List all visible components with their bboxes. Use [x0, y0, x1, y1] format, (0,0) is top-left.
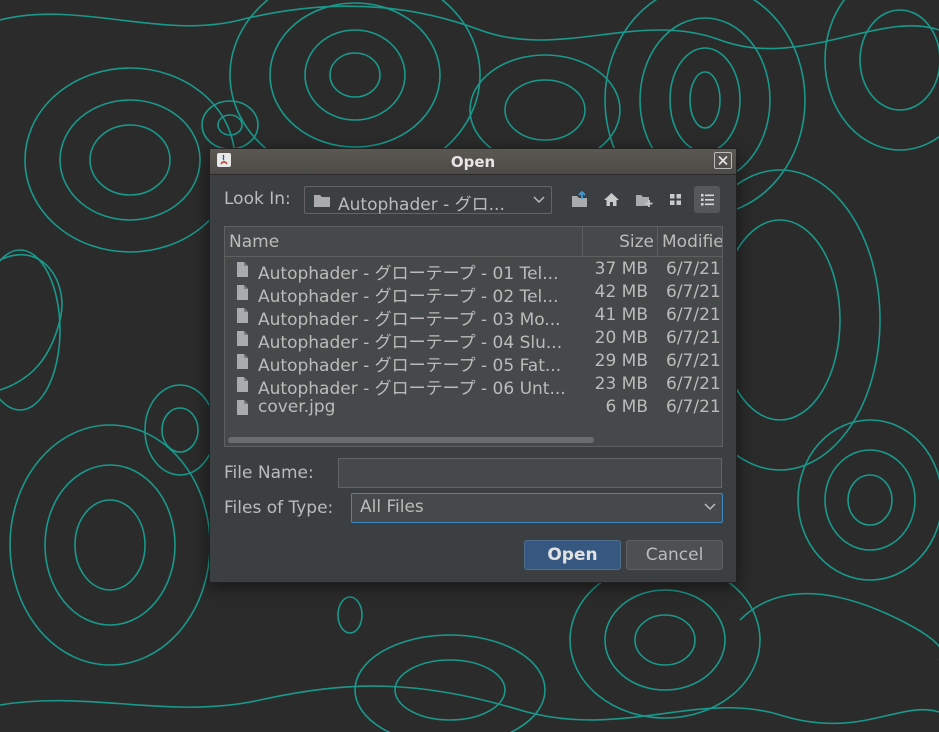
- column-header-modified[interactable]: Modifie: [662, 232, 722, 252]
- file-row[interactable]: Autophader - グローテープ - 06 Unt... 23 MB 6/…: [225, 373, 722, 399]
- folder-up-icon: [572, 191, 587, 207]
- look-in-value: Autophader - グロ...: [338, 195, 505, 215]
- file-list-header: Name Size Modifie: [225, 227, 722, 257]
- look-in-combo[interactable]: Autophader - グロ...: [304, 186, 552, 215]
- dialog-title: Open: [450, 153, 496, 171]
- new-folder-button[interactable]: [630, 186, 656, 213]
- file-modified: 6/7/21: [666, 305, 721, 325]
- column-header-name[interactable]: Name: [229, 232, 279, 252]
- title-bar[interactable]: Open: [210, 149, 736, 175]
- file-row[interactable]: Autophader - グローテープ - 05 Fat... 29 MB 6/…: [225, 350, 722, 376]
- column-divider[interactable]: [582, 227, 583, 256]
- file-icon: [237, 331, 248, 346]
- open-button[interactable]: Open: [524, 540, 621, 570]
- chevron-down-icon: [533, 196, 545, 204]
- chevron-down-icon: [704, 503, 716, 511]
- file-modified: 6/7/21: [666, 328, 721, 348]
- file-modified: 6/7/21: [666, 397, 721, 417]
- close-icon: [718, 155, 728, 166]
- open-file-dialog: Open Look In: Autophader - グロ... Name Si…: [209, 148, 737, 583]
- horizontal-scrollbar[interactable]: [228, 437, 594, 443]
- file-size: 6 MB: [605, 397, 648, 417]
- file-icon: [237, 354, 248, 369]
- file-row[interactable]: Autophader - グローテープ - 02 Tel... 42 MB 6/…: [225, 281, 722, 307]
- file-icon: [237, 262, 248, 277]
- file-name-field[interactable]: [338, 458, 722, 488]
- file-icon: [237, 400, 248, 415]
- look-in-label: Look In:: [224, 189, 291, 209]
- file-size: 20 MB: [594, 328, 648, 348]
- file-modified: 6/7/21: [666, 282, 721, 302]
- file-size: 23 MB: [594, 374, 648, 394]
- new-folder-icon: [636, 195, 653, 207]
- column-divider[interactable]: [657, 227, 658, 256]
- files-of-type-value: All Files: [360, 497, 424, 517]
- details-view-button[interactable]: [694, 186, 720, 213]
- files-of-type-label: Files of Type:: [224, 498, 334, 518]
- cancel-button[interactable]: Cancel: [626, 540, 723, 570]
- file-size: 37 MB: [594, 259, 648, 279]
- home-button[interactable]: [598, 186, 624, 213]
- file-icon: [237, 285, 248, 300]
- up-one-level-button[interactable]: [566, 186, 592, 213]
- file-list[interactable]: Name Size Modifie Autophader - グローテープ - …: [224, 226, 723, 447]
- file-modified: 6/7/21: [666, 351, 721, 371]
- list-view-icon: [670, 194, 681, 205]
- file-row[interactable]: Autophader - グローテープ - 04 Slu... 20 MB 6/…: [225, 327, 722, 353]
- list-view-button[interactable]: [662, 186, 688, 213]
- files-of-type-combo[interactable]: All Files: [351, 493, 723, 523]
- file-modified: 6/7/21: [666, 259, 721, 279]
- file-row[interactable]: Autophader - グローテープ - 01 Tel... 37 MB 6/…: [225, 258, 722, 284]
- home-icon: [604, 193, 619, 206]
- file-row[interactable]: cover.jpg 6 MB 6/7/21: [225, 396, 722, 419]
- file-name-label: File Name:: [224, 463, 314, 483]
- file-size: 42 MB: [594, 282, 648, 302]
- file-name: cover.jpg: [258, 397, 336, 417]
- close-button[interactable]: [714, 152, 732, 169]
- column-header-size[interactable]: Size: [619, 232, 654, 252]
- file-icon: [237, 377, 248, 392]
- file-modified: 6/7/21: [666, 374, 721, 394]
- file-size: 29 MB: [594, 351, 648, 371]
- folder-icon: [314, 195, 330, 207]
- file-icon: [237, 308, 248, 323]
- file-size: 41 MB: [594, 305, 648, 325]
- details-view-icon: [701, 194, 714, 206]
- file-row[interactable]: Autophader - グローテープ - 03 Mo... 41 MB 6/7…: [225, 304, 722, 330]
